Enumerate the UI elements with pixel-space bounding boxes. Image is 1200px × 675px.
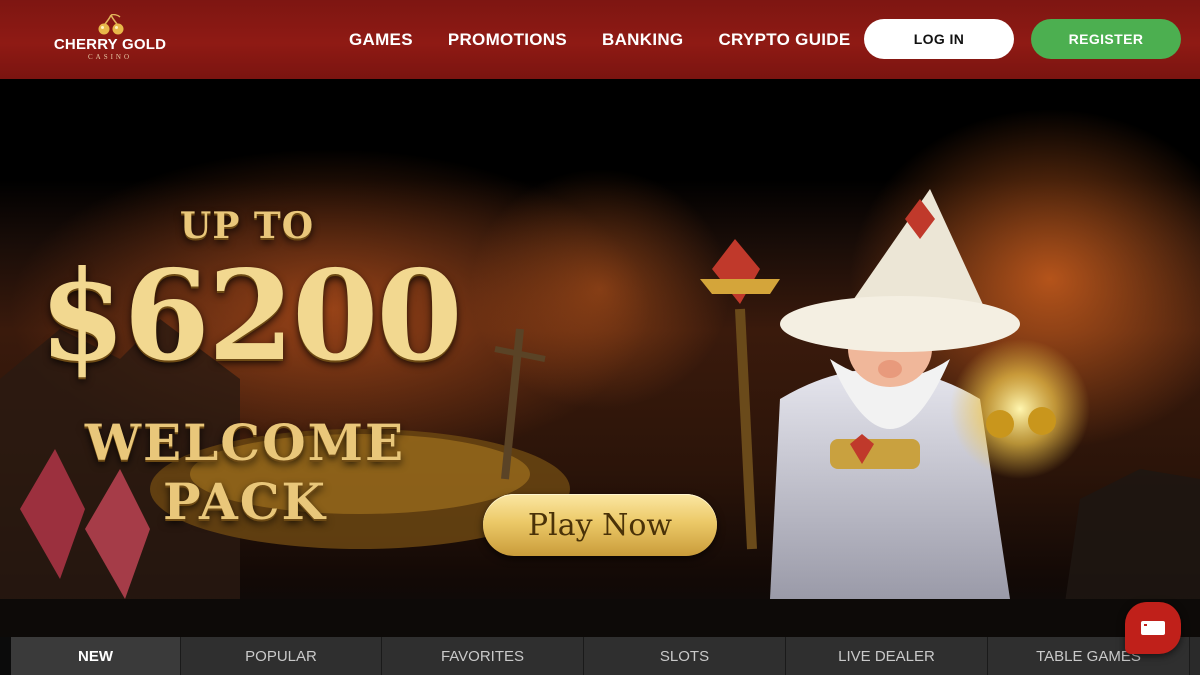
nav-crypto-guide[interactable]: CRYPTO GUIDE — [718, 30, 850, 50]
hero-banner: UP TO $6200 WELCOME PACK Play Now — [0, 79, 1200, 637]
main-nav: GAMES PROMOTIONS BANKING CRYPTO GUIDE — [349, 30, 886, 50]
tab-live-dealer[interactable]: LIVE DEALER — [786, 637, 988, 675]
tab-popular[interactable]: POPULAR — [181, 637, 382, 675]
cherry-logo-icon — [98, 14, 124, 35]
promo-welcome-pack: WELCOME PACK — [84, 413, 406, 531]
tab-favorites[interactable]: FAVORITES — [382, 637, 584, 675]
tab-slots[interactable]: SLOTS — [584, 637, 786, 675]
site-logo[interactable]: CHERRY GOLD CASINO — [52, 14, 168, 64]
game-category-tabs: NEW POPULAR FAVORITES SLOTS LIVE DEALER … — [11, 637, 1200, 675]
logo-name: CHERRY GOLD — [53, 36, 167, 53]
promo-amount: $6200 — [39, 244, 462, 389]
chat-icon — [1141, 621, 1165, 635]
nav-games[interactable]: GAMES — [349, 30, 413, 50]
register-button[interactable]: REGISTER — [1031, 19, 1181, 59]
tab-new[interactable]: NEW — [11, 637, 181, 675]
play-now-button[interactable]: Play Now — [483, 494, 717, 556]
login-button[interactable]: LOG IN — [864, 19, 1014, 59]
nav-banking[interactable]: BANKING — [602, 30, 683, 50]
chat-widget-button[interactable] — [1125, 602, 1181, 654]
nav-promotions[interactable]: PROMOTIONS — [448, 30, 567, 50]
promo-up-to: UP TO — [179, 205, 315, 247]
site-header: CHERRY GOLD CASINO GAMES PROMOTIONS BANK… — [0, 0, 1200, 79]
logo-subtitle: CASINO — [87, 53, 133, 61]
